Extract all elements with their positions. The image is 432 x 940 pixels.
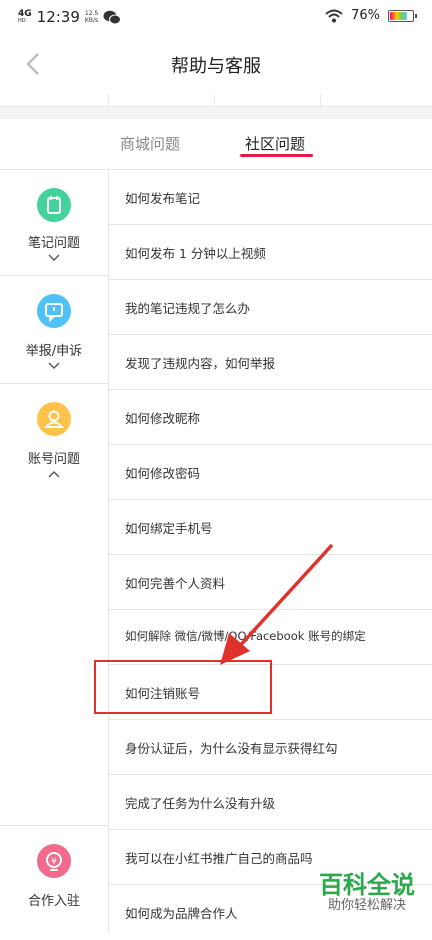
list-item[interactable]: 如何修改密码 — [109, 445, 432, 500]
list-item[interactable]: 如何绑定手机号 — [109, 500, 432, 555]
category-account[interactable]: 账号问题 — [0, 384, 108, 826]
chevron-down-icon — [48, 362, 60, 369]
account-icon — [37, 402, 71, 436]
wechat-icon — [103, 10, 122, 24]
svg-text:¥: ¥ — [51, 857, 57, 867]
battery-percent: 76% — [351, 8, 380, 23]
list-item[interactable]: 完成了任务为什么没有升级 — [109, 775, 432, 830]
cooperation-icon: ¥ — [37, 844, 71, 878]
list-item[interactable]: 如何完善个人资料 — [109, 555, 432, 610]
tab-community-questions[interactable]: 社区问题 — [245, 133, 305, 154]
category-sidebar: 笔记问题 举报/申诉 账号问题 ¥ 合作入驻 — [0, 170, 109, 933]
list-item[interactable]: 如何发布 1 分钟以上视频 — [109, 225, 432, 280]
network-sub: HD — [18, 18, 26, 24]
list-item[interactable]: 如何发布笔记 — [109, 170, 432, 225]
list-item[interactable]: 如何解除 微信/微博/QQ/Facebook 账号的绑定 — [109, 610, 432, 665]
status-time: 12:39 — [36, 8, 80, 26]
battery-icon — [388, 9, 417, 22]
tab-bar: 商城问题 社区问题 — [0, 119, 432, 170]
category-cooperation[interactable]: ¥ 合作入驻 — [0, 826, 108, 933]
list-item[interactable]: 如何修改昵称 — [109, 390, 432, 445]
network-indicator: 4G HD — [18, 10, 32, 24]
status-bar: 4G HD 12:39 12.5 KB/s 76% — [0, 0, 432, 34]
list-item[interactable]: 发现了违规内容，如何举报 — [109, 335, 432, 390]
tab-mall-questions[interactable]: 商城问题 — [120, 133, 180, 154]
watermark-main: 百科全说 — [319, 871, 415, 899]
category-report[interactable]: 举报/申诉 — [0, 276, 108, 384]
section-gap — [0, 107, 432, 119]
chevron-up-icon — [48, 471, 60, 478]
watermark-logo: 百科全说 助你轻松解决 — [308, 872, 426, 914]
active-tab-indicator — [240, 154, 313, 157]
report-icon — [37, 294, 71, 328]
previous-content-strip — [0, 94, 432, 107]
chevron-down-icon — [48, 254, 60, 261]
category-label: 合作入驻 — [27, 894, 80, 909]
list-item[interactable]: 我的笔记违规了怎么办 — [109, 280, 432, 335]
header: 帮助与客服 — [0, 34, 432, 94]
watermark-sub: 助你轻松解决 — [327, 898, 406, 913]
page-title: 帮助与客服 — [171, 56, 261, 77]
annotation-highlight-box — [94, 660, 272, 714]
category-label: 笔记问题 — [27, 236, 80, 251]
category-label: 举报/申诉 — [25, 344, 83, 359]
category-notes[interactable]: 笔记问题 — [0, 170, 108, 276]
list-item[interactable]: 身份认证后，为什么没有显示获得红勾 — [109, 720, 432, 775]
network-speed: 12.5 KB/s — [84, 10, 99, 24]
wifi-icon — [325, 9, 343, 22]
note-icon — [37, 188, 71, 222]
category-label: 账号问题 — [27, 452, 80, 467]
